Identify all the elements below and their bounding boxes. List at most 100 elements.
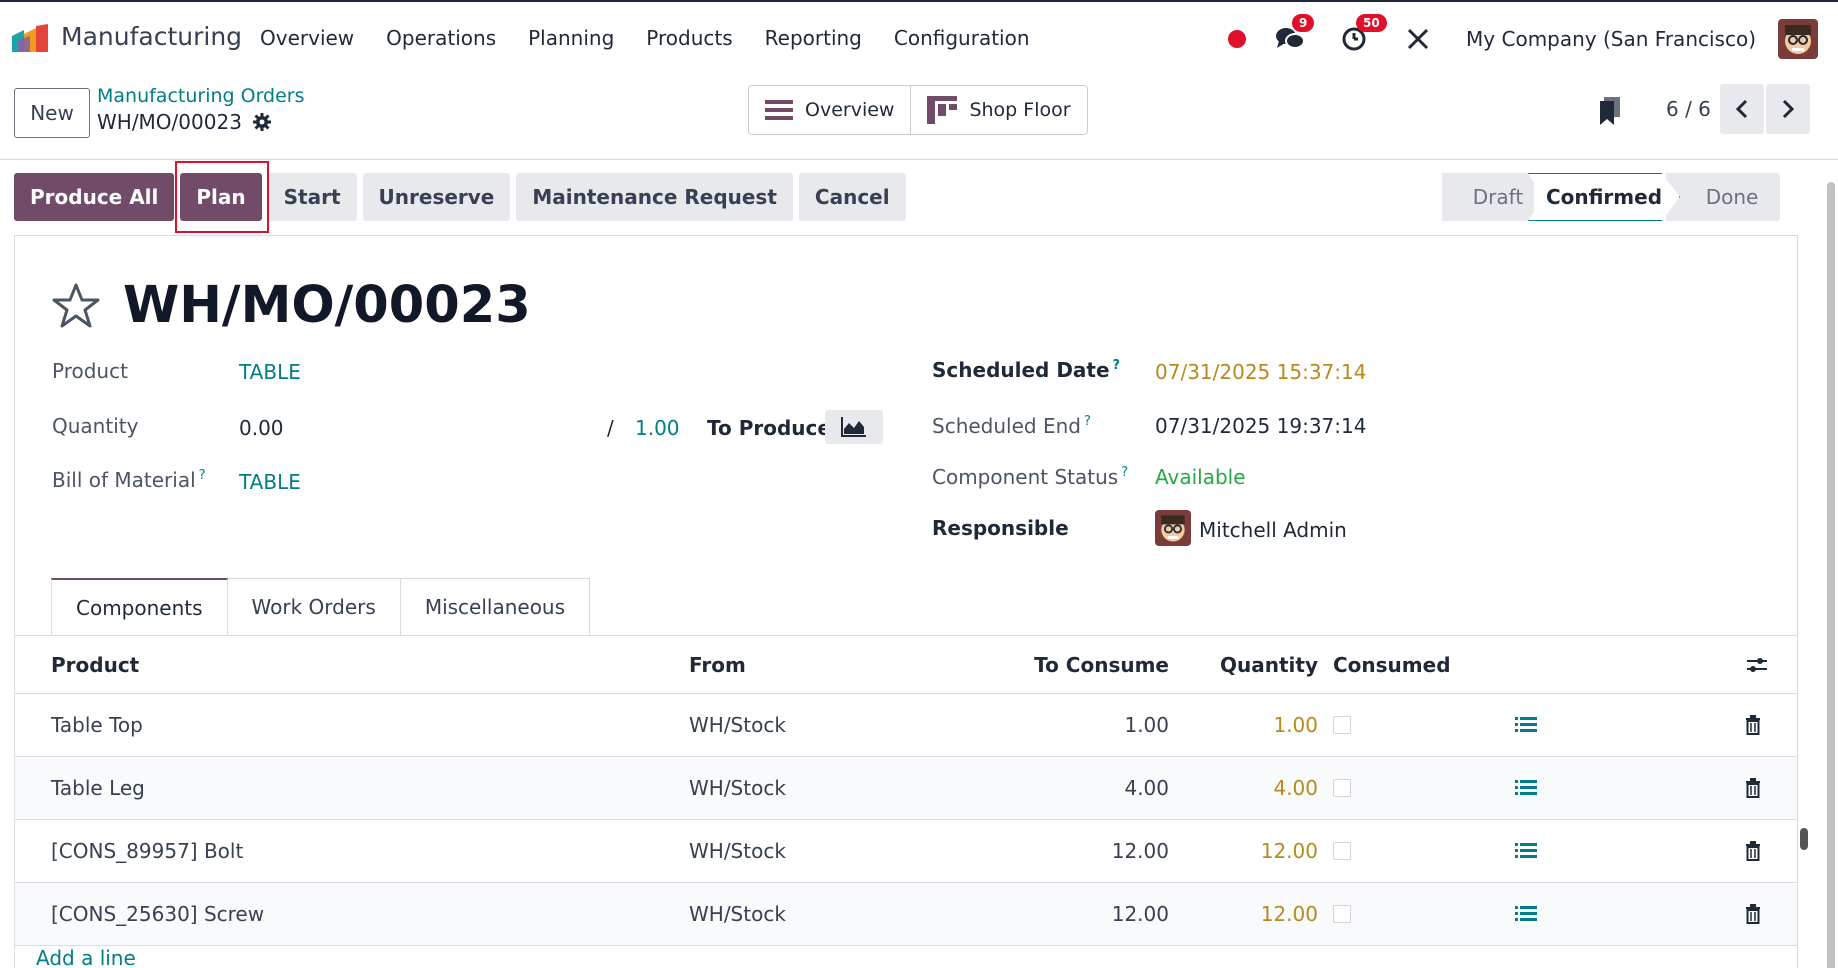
header-to-consume[interactable]: To Consume [1034, 636, 1169, 693]
checkbox[interactable] [1333, 905, 1351, 923]
row-details-button[interactable] [1515, 694, 1537, 756]
company-switcher[interactable]: My Company (San Francisco) [1466, 27, 1756, 51]
scheduled-date-label: Scheduled Date? [932, 358, 1120, 382]
row-delete-button[interactable] [1745, 883, 1761, 945]
responsible-value[interactable]: Mitchell Admin [1199, 518, 1347, 542]
row-quantity[interactable]: 4.00 [1273, 757, 1318, 819]
menu-overview[interactable]: Overview [260, 26, 354, 50]
menu-operations[interactable]: Operations [386, 26, 496, 50]
page-scroll-thumb[interactable] [1827, 182, 1835, 968]
row-quantity[interactable]: 12.00 [1261, 883, 1318, 945]
cancel-button[interactable]: Cancel [798, 173, 906, 221]
header-consumed[interactable]: Consumed [1333, 636, 1451, 693]
bom-help-icon[interactable]: ? [199, 468, 206, 483]
record-name-text: WH/MO/00023 [97, 110, 242, 134]
start-button[interactable]: Start [267, 173, 357, 221]
pager-previous-button[interactable] [1720, 84, 1764, 134]
tab-components[interactable]: Components [51, 578, 228, 635]
header-from[interactable]: From [689, 636, 746, 693]
checkbox[interactable] [1333, 842, 1351, 860]
scheduled-end-help-icon[interactable]: ? [1084, 414, 1091, 429]
menu-configuration[interactable]: Configuration [894, 26, 1030, 50]
header-product[interactable]: Product [51, 636, 139, 693]
bookmark-icon[interactable] [1598, 97, 1624, 125]
gear-icon[interactable] [252, 112, 272, 132]
star-icon[interactable] [51, 282, 101, 330]
notebook-scroll-thumb[interactable] [1800, 828, 1808, 850]
menu-products[interactable]: Products [646, 26, 732, 50]
scheduled-date-label-text: Scheduled Date [932, 358, 1110, 382]
pager-value[interactable]: 6 / 6 [1666, 97, 1711, 121]
row-consumed-checkbox[interactable] [1333, 757, 1351, 819]
page-scrollbar[interactable] [1824, 162, 1838, 968]
table-row[interactable]: Table Top WH/Stock 1.00 1.00 [15, 694, 1797, 757]
row-from: WH/Stock [689, 839, 786, 863]
row-consumed-checkbox[interactable] [1333, 883, 1351, 945]
forecast-chart-button[interactable] [825, 410, 883, 444]
quantity-input[interactable]: 0.00 [239, 416, 284, 440]
row-details-button[interactable] [1515, 820, 1537, 882]
tab-miscellaneous[interactable]: Miscellaneous [400, 578, 591, 635]
messages-button[interactable]: 9 [1274, 14, 1315, 55]
row-delete-button[interactable] [1745, 820, 1761, 882]
activities-button[interactable]: 50 [1338, 14, 1387, 55]
menu-planning[interactable]: Planning [528, 26, 614, 50]
scheduled-end-label: Scheduled End? [932, 414, 1091, 438]
table-row[interactable]: Table Leg WH/Stock 4.00 4.00 [15, 757, 1797, 820]
overview-view-button[interactable]: Overview [749, 86, 910, 134]
row-details-button[interactable] [1515, 757, 1537, 819]
record-name: WH/MO/00023 [97, 110, 272, 134]
checkbox[interactable] [1333, 779, 1351, 797]
product-value[interactable]: TABLE [239, 360, 301, 384]
scheduled-date-value[interactable]: 07/31/2025 15:37:14 [1155, 360, 1366, 384]
new-button[interactable]: New [14, 88, 90, 138]
table-row[interactable]: [CONS_89957] Bolt WH/Stock 12.00 12.00 [15, 820, 1797, 883]
stage-done[interactable]: Done [1666, 173, 1780, 221]
row-delete-button[interactable] [1745, 757, 1761, 819]
scheduled-end-value[interactable]: 07/31/2025 19:37:14 [1155, 414, 1366, 438]
scheduled-date-help-icon[interactable]: ? [1113, 358, 1121, 373]
recording-dot-icon[interactable] [1228, 30, 1247, 48]
plan-button[interactable]: Plan [180, 173, 262, 221]
detailed-list-icon [1515, 906, 1537, 921]
column-settings-button[interactable] [1745, 636, 1769, 693]
component-status-help-icon[interactable]: ? [1121, 465, 1128, 480]
row-to-consume: 4.00 [1124, 776, 1169, 800]
notebook-scrollbar[interactable] [1797, 816, 1811, 866]
tab-work-orders[interactable]: Work Orders [227, 578, 401, 635]
row-from: WH/Stock [689, 902, 786, 926]
row-quantity[interactable]: 1.00 [1273, 694, 1318, 756]
stage-draft[interactable]: Draft [1442, 173, 1534, 221]
component-status-label: Component Status? [932, 465, 1128, 489]
user-avatar[interactable] [1778, 19, 1818, 59]
row-from: WH/Stock [689, 713, 786, 737]
responsible-avatar-icon [1155, 510, 1191, 546]
maintenance-request-button[interactable]: Maintenance Request [516, 173, 793, 221]
table-row[interactable]: [CONS_25630] Screw WH/Stock 12.00 12.00 [15, 883, 1797, 946]
user-avatar-icon [1778, 19, 1818, 59]
shop-floor-view-button[interactable]: Shop Floor [910, 86, 1086, 134]
row-quantity[interactable]: 12.00 [1261, 820, 1318, 882]
add-line-link[interactable]: Add a line [36, 946, 136, 968]
unreserve-button[interactable]: Unreserve [362, 173, 511, 221]
row-delete-button[interactable] [1745, 694, 1761, 756]
app-title[interactable]: Manufacturing [61, 22, 242, 51]
app-logo-icon[interactable] [10, 24, 50, 54]
checkbox[interactable] [1333, 716, 1351, 734]
view-switcher: Overview Shop Floor [748, 85, 1088, 135]
produce-all-button[interactable]: Produce All [14, 173, 175, 221]
breadcrumb[interactable]: Manufacturing Orders [97, 85, 305, 107]
row-consumed-checkbox[interactable] [1333, 694, 1351, 756]
header-quantity[interactable]: Quantity [1220, 636, 1318, 693]
pager-next-button[interactable] [1766, 84, 1810, 134]
row-to-consume: 12.00 [1111, 902, 1169, 926]
row-details-button[interactable] [1515, 883, 1537, 945]
status-bar: Draft Confirmed Done [1442, 173, 1780, 221]
plan-button-wrapper: Plan [175, 161, 269, 233]
debug-tools-button[interactable] [1402, 23, 1434, 55]
stage-confirmed[interactable]: Confirmed [1528, 173, 1680, 221]
quantity-target[interactable]: 1.00 [635, 416, 680, 440]
row-consumed-checkbox[interactable] [1333, 820, 1351, 882]
bom-value[interactable]: TABLE [239, 470, 301, 494]
menu-reporting[interactable]: Reporting [765, 26, 862, 50]
